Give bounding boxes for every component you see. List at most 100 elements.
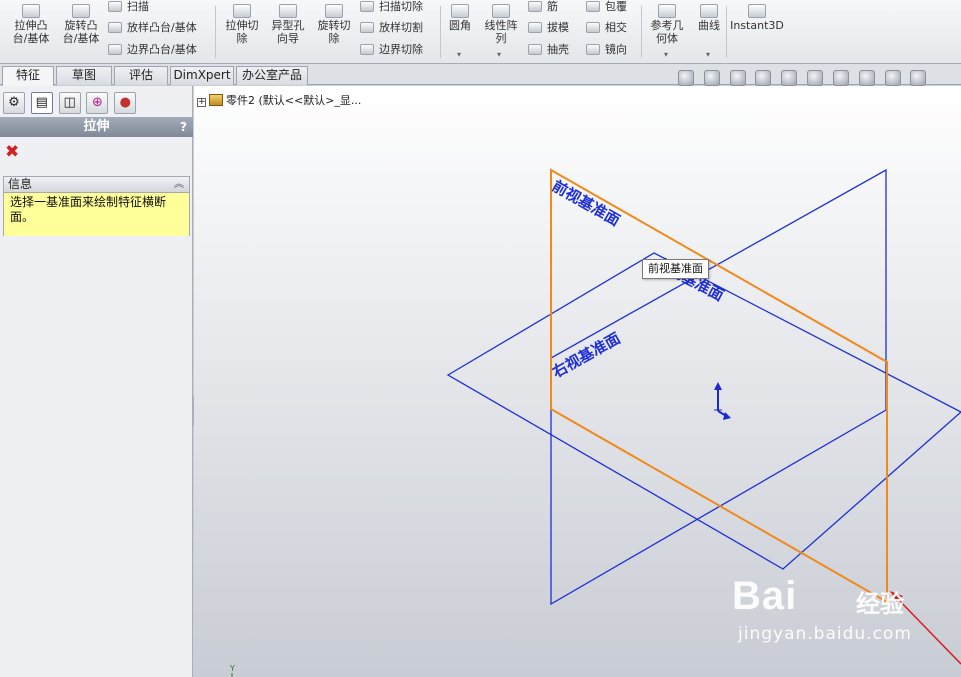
boundary-cut-label: 边界切除 <box>379 43 423 56</box>
revolve-boss-label: 旋转凸 台/基体 <box>62 19 100 45</box>
revolve-cut-label: 旋转切 除 <box>317 19 351 45</box>
wrap-icon <box>586 1 600 12</box>
info-header-text: 信息 <box>8 177 33 191</box>
heads-up-view-toolbar <box>678 70 932 86</box>
linear-pattern-button[interactable]: 线性阵 列 <box>480 0 522 45</box>
watermark-url: jingyan.baidu.com <box>738 624 912 644</box>
fillet-button[interactable]: 圆角 <box>443 0 477 32</box>
property-manager-title: 拉伸 ? <box>0 117 193 137</box>
hole-wizard-label: 异型孔 向导 <box>271 19 305 45</box>
boundary-boss-label: 边界凸台/基体 <box>127 43 197 56</box>
feature-manager-tab-icon[interactable]: ⚙ <box>3 92 25 114</box>
draft-icon <box>528 22 542 33</box>
boundary-cut-icon <box>360 44 374 55</box>
loft-button[interactable]: 放样凸台/基体 <box>108 21 197 35</box>
loft-label: 放样凸台/基体 <box>127 21 197 34</box>
ribbon-separator <box>726 6 727 58</box>
baidu-watermark-logo: Bai 经验 jingyan.baidu.com <box>732 574 932 654</box>
shell-label: 抽壳 <box>547 43 569 56</box>
zoom-to-area-icon[interactable] <box>703 70 720 86</box>
tab-features[interactable]: 特征 <box>2 66 54 86</box>
display-style-icon[interactable] <box>807 70 824 86</box>
apply-scene-icon[interactable] <box>884 70 901 86</box>
axis-y-label: Y <box>230 664 235 673</box>
fillet-dropdown-icon[interactable]: ▾ <box>457 50 461 59</box>
curves-icon <box>700 4 718 18</box>
rib-button[interactable]: 筋 <box>528 0 558 14</box>
intersect-icon <box>586 22 600 33</box>
mirror-button[interactable]: 镜向 <box>586 43 627 57</box>
right-plane-label: 右视基准面 <box>549 329 623 381</box>
curves-dropdown-icon[interactable]: ▾ <box>706 50 710 59</box>
shell-icon <box>528 44 542 55</box>
curves-button[interactable]: 曲线 <box>692 0 726 32</box>
extrude-boss-button[interactable]: 拉伸凸 台/基体 <box>8 0 54 45</box>
sweep-icon <box>108 1 122 12</box>
swept-cut-label: 扫描切除 <box>379 0 423 13</box>
graphics-area[interactable]: + 零件2 (默认<<默认>_显... 前视基准面 上视基准面 右视基准面 前视基… <box>194 86 961 677</box>
watermark-brand: Bai <box>732 574 798 618</box>
fillet-icon <box>451 4 469 18</box>
lofted-cut-icon <box>360 22 374 33</box>
sweep-button[interactable]: 扫描 <box>108 0 149 14</box>
swept-cut-button[interactable]: 扫描切除 <box>360 0 423 14</box>
hide-show-items-icon[interactable] <box>832 70 849 86</box>
wrap-button[interactable]: 包覆 <box>586 0 627 14</box>
tab-sketch[interactable]: 草图 <box>56 66 112 85</box>
boundary-boss-button[interactable]: 边界凸台/基体 <box>108 43 197 57</box>
cancel-icon[interactable]: ✖ <box>5 144 19 161</box>
plane-tooltip: 前视基准面 <box>642 259 709 279</box>
command-manager-ribbon: 拉伸凸 台/基体 旋转凸 台/基体 扫描 放样凸台/基体 边界凸台/基体 拉伸切… <box>0 0 961 64</box>
mirror-icon <box>586 44 600 55</box>
help-icon[interactable]: ? <box>180 117 187 137</box>
instant3d-icon <box>748 4 766 18</box>
tab-evaluate[interactable]: 评估 <box>114 66 168 85</box>
ribbon-separator <box>440 6 441 58</box>
tab-office-products[interactable]: 办公室产品 <box>236 66 308 85</box>
display-manager-tab-icon[interactable]: ● <box>114 92 137 114</box>
mirror-label: 镜向 <box>605 43 627 56</box>
section-view-icon[interactable] <box>755 70 772 86</box>
reference-geometry-button[interactable]: 参考几 何体 <box>645 0 689 45</box>
info-group-box: 信息 ︽ 选择一基准面来绘制特征横断面。 <box>3 176 190 236</box>
collapse-icon[interactable]: ︽ <box>174 177 184 192</box>
revolve-cut-button[interactable]: 旋转切 除 <box>312 0 356 45</box>
extrude-cut-button[interactable]: 拉伸切 除 <box>220 0 264 45</box>
configuration-manager-tab-icon[interactable]: ◫ <box>58 92 81 114</box>
dimxpert-manager-tab-icon[interactable]: ⊕ <box>86 92 109 114</box>
reference-geometry-dropdown-icon[interactable]: ▾ <box>664 50 668 59</box>
revolve-boss-icon <box>72 4 90 18</box>
lofted-cut-button[interactable]: 放样切割 <box>360 21 423 35</box>
view-settings-icon[interactable] <box>910 70 927 86</box>
draft-label: 拔模 <box>547 21 569 34</box>
tab-dimxpert[interactable]: DimXpert <box>170 66 234 85</box>
ribbon-separator <box>215 6 216 58</box>
shell-button[interactable]: 抽壳 <box>528 43 569 57</box>
boundary-boss-icon <box>108 44 122 55</box>
edit-appearance-icon[interactable] <box>858 70 875 86</box>
pattern-dropdown-icon[interactable]: ▾ <box>497 50 501 59</box>
hole-wizard-button[interactable]: 异型孔 向导 <box>266 0 310 45</box>
revolve-boss-button[interactable]: 旋转凸 台/基体 <box>58 0 104 45</box>
property-manager-title-text: 拉伸 <box>83 119 110 134</box>
rib-icon <box>528 1 542 12</box>
view-orientation-icon[interactable] <box>781 70 798 86</box>
instant3d-button[interactable]: Instant3D <box>730 0 784 32</box>
front-plane-label: 前视基准面 <box>549 177 623 230</box>
info-group-header[interactable]: 信息 ︽ <box>4 177 189 193</box>
panel-tab-bar: ⚙ ▤ ◫ ⊕ ● <box>0 86 192 116</box>
intersect-label: 相交 <box>605 21 627 34</box>
previous-view-icon[interactable] <box>729 70 746 86</box>
property-manager-tab-icon[interactable]: ▤ <box>30 92 53 114</box>
curves-label: 曲线 <box>698 19 720 32</box>
intersect-button[interactable]: 相交 <box>586 21 627 35</box>
boundary-cut-button[interactable]: 边界切除 <box>360 43 423 57</box>
linear-pattern-label: 线性阵 列 <box>484 19 518 45</box>
lofted-cut-label: 放样切割 <box>379 21 423 34</box>
info-message: 选择一基准面来绘制特征横断面。 <box>4 193 189 236</box>
zoom-to-fit-icon[interactable] <box>678 70 694 86</box>
swept-cut-icon <box>360 1 374 12</box>
extrude-cut-icon <box>233 4 251 18</box>
draft-button[interactable]: 拔模 <box>528 21 569 35</box>
linear-pattern-icon <box>492 4 510 18</box>
